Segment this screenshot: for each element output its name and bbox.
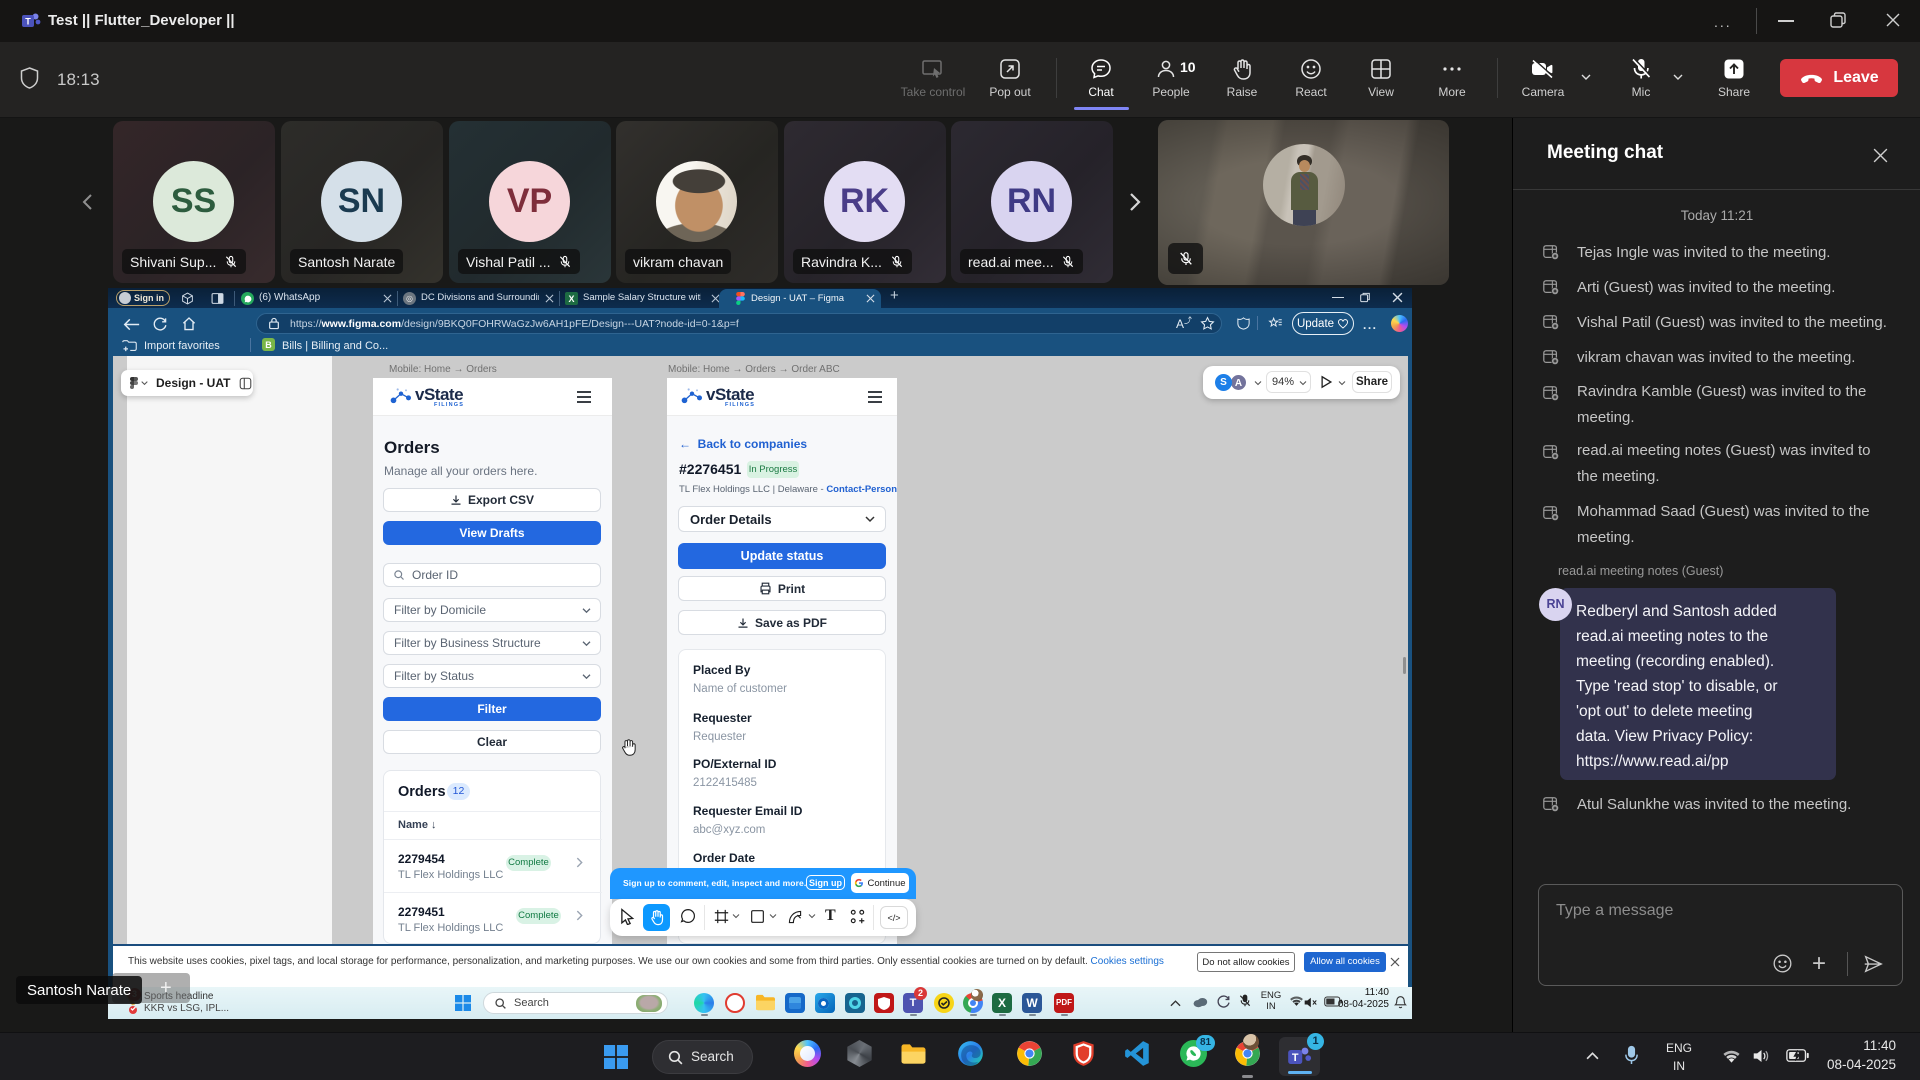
svg-text:T: T	[25, 17, 31, 27]
svg-text:T: T	[1292, 1052, 1299, 1064]
